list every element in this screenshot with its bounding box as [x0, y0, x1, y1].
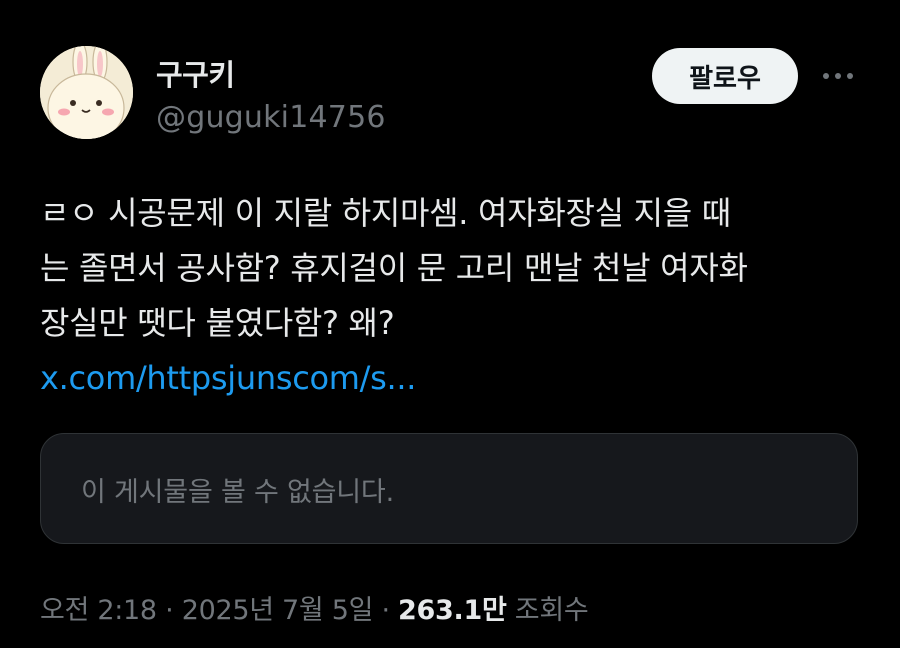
tweet-date[interactable]: 2025년 7월 5일 — [182, 595, 374, 626]
views-label: 조회수 — [514, 595, 589, 626]
views-count[interactable]: 263.1만 — [398, 595, 507, 626]
display-name[interactable]: 구구키 — [156, 52, 235, 94]
follow-button[interactable]: 팔로우 — [652, 48, 798, 104]
tweet-link[interactable]: x.com/httpsjunscom/s... — [40, 351, 870, 406]
bunny-avatar-icon — [40, 46, 133, 139]
tweet-meta: 오전 2:18 · 2025년 7월 5일 · 263.1만 조회수 — [40, 588, 589, 627]
tweet-text-line: 장실만 땟다 붙였다함? 왜? — [40, 304, 395, 342]
quoted-post-unavailable-card: 이 게시물을 볼 수 없습니다. — [40, 433, 858, 544]
user-handle[interactable]: @guguki14756 — [156, 100, 386, 135]
tweet-text: ㄹㅇ 시공문제 이 지랄 하지마셈. 여자화장실 지을 때 는 졸면서 공사함?… — [40, 186, 870, 406]
more-options-button[interactable] — [818, 62, 858, 90]
avatar[interactable] — [40, 46, 133, 139]
tweet-text-line: ㄹㅇ 시공문제 이 지랄 하지마셈. 여자화장실 지을 때 — [40, 194, 731, 232]
unavailable-message: 이 게시물을 볼 수 없습니다. — [81, 477, 394, 508]
tweet-time[interactable]: 오전 2:18 — [40, 595, 157, 626]
tweet-text-line: 는 졸면서 공사함? 휴지걸이 문 고리 맨날 천날 여자화 — [40, 249, 748, 287]
meta-separator: · — [165, 595, 174, 626]
meta-separator: · — [381, 595, 390, 626]
more-horizontal-icon — [823, 73, 853, 79]
